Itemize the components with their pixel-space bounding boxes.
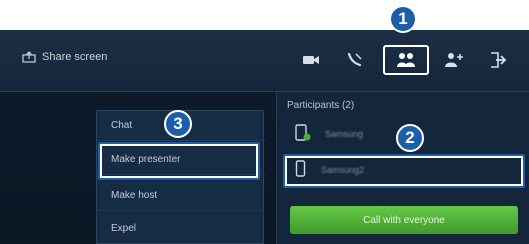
toolbar: Share screen [0,30,529,92]
leave-icon[interactable] [486,48,510,72]
add-participant-icon[interactable] [442,48,466,72]
callout-badge-3: 3 [164,110,192,138]
callout-badge-2: 2 [396,124,424,152]
make-presenter-highlight-frame [98,142,260,180]
tablet-device-icon [295,124,311,144]
share-screen-label: Share screen [42,51,108,63]
menu-item-make-host[interactable]: Make host [97,181,265,211]
participant-name: Samsung [325,129,364,139]
share-screen-icon [22,51,36,63]
callout-badge-1: 1 [389,5,417,33]
share-screen-button[interactable]: Share screen [16,44,126,70]
menu-item-expel[interactable]: Expel [97,213,265,243]
call-everyone-button[interactable]: Call with everyone [290,206,518,234]
mute-call-icon[interactable] [342,48,366,72]
participant-highlight-frame [283,154,525,188]
video-icon[interactable] [299,48,323,72]
participants-icon[interactable] [394,48,418,72]
participants-title: Participants (2) [287,100,355,111]
